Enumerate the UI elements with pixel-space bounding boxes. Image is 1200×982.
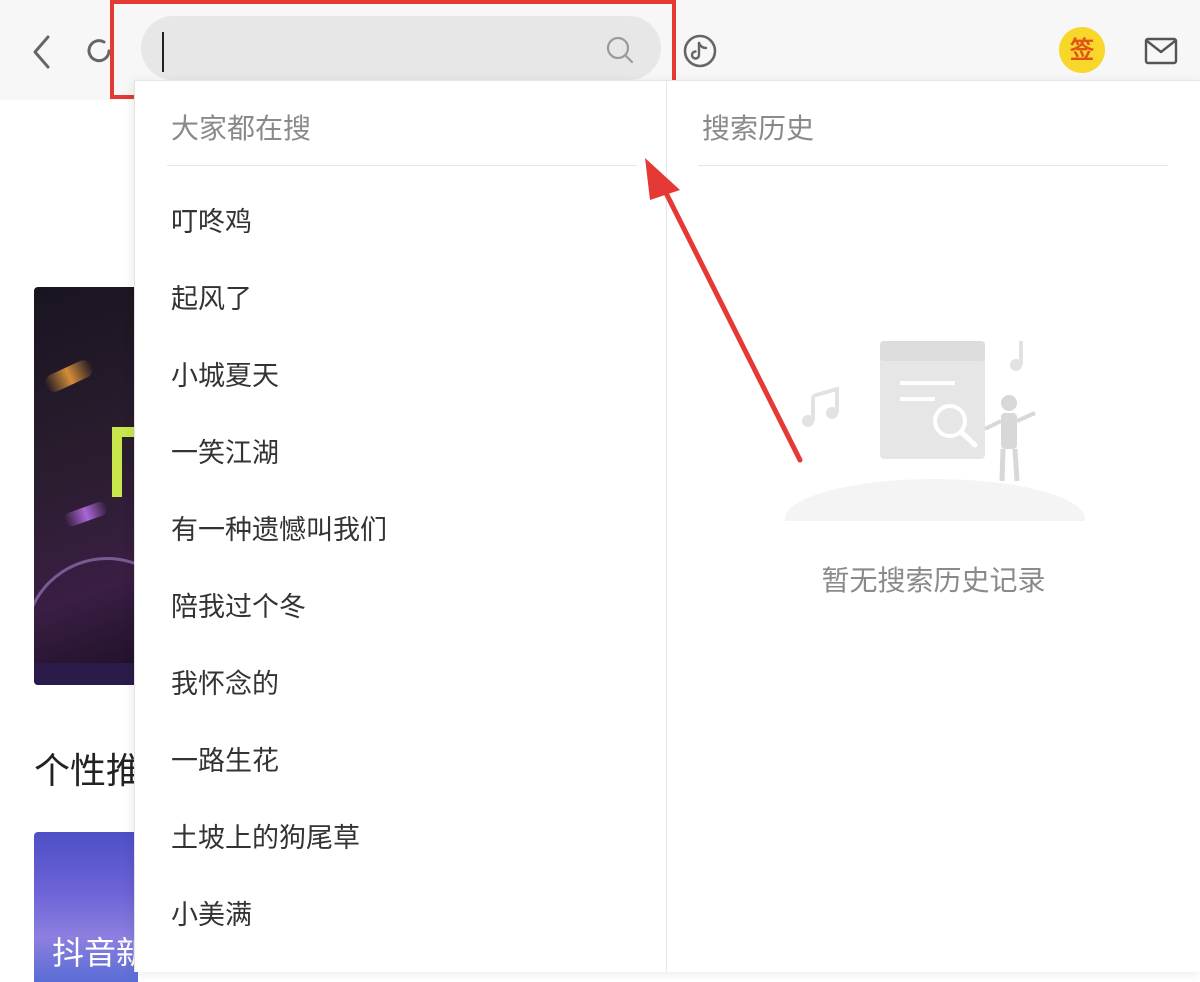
divider (698, 165, 1168, 166)
hot-search-item[interactable]: 一笑江湖 (171, 434, 387, 511)
banner-image[interactable] (34, 287, 138, 685)
hot-search-item[interactable]: 起风了 (171, 280, 387, 357)
banner-decoration (42, 357, 96, 395)
empty-history-illustration (785, 341, 1085, 521)
sign-in-badge[interactable]: 签 (1059, 27, 1105, 73)
hot-search-item[interactable]: 小城夏天 (171, 357, 387, 434)
banner-decoration (34, 663, 138, 685)
hot-search-item[interactable]: 小美满 (171, 896, 387, 973)
playlist-card[interactable]: 抖音新 (34, 832, 138, 982)
hot-search-title: 大家都在搜 (171, 112, 312, 145)
hot-search-item[interactable]: 有一种遗憾叫我们 (171, 511, 387, 588)
column-divider (666, 81, 667, 972)
search-suggestion-dropdown: 大家都在搜 叮咚鸡 起风了 小城夏天 一笑江湖 有一种遗憾叫我们 陪我过个冬 我… (134, 80, 1200, 972)
empty-history-text: 暂无搜索历史记录 (821, 564, 1046, 597)
chevron-left-icon[interactable] (30, 34, 54, 70)
mail-icon[interactable] (1144, 37, 1178, 65)
tiktok-icon[interactable] (682, 33, 718, 69)
search-history-title: 搜索历史 (702, 112, 815, 145)
divider (167, 165, 637, 166)
banner-decoration (62, 499, 110, 529)
hot-search-item[interactable]: 我怀念的 (171, 665, 387, 742)
hot-search-item[interactable]: 一路生花 (171, 742, 387, 819)
hot-search-item[interactable]: 土坡上的狗尾草 (171, 819, 387, 896)
hot-search-list: 叮咚鸡 起风了 小城夏天 一笑江湖 有一种遗憾叫我们 陪我过个冬 我怀念的 一路… (171, 203, 387, 973)
section-heading: 个性推 (34, 751, 143, 792)
hot-search-item[interactable]: 陪我过个冬 (171, 588, 387, 665)
playlist-card-label: 抖音新 (52, 934, 138, 972)
hot-search-item[interactable]: 叮咚鸡 (171, 203, 387, 280)
